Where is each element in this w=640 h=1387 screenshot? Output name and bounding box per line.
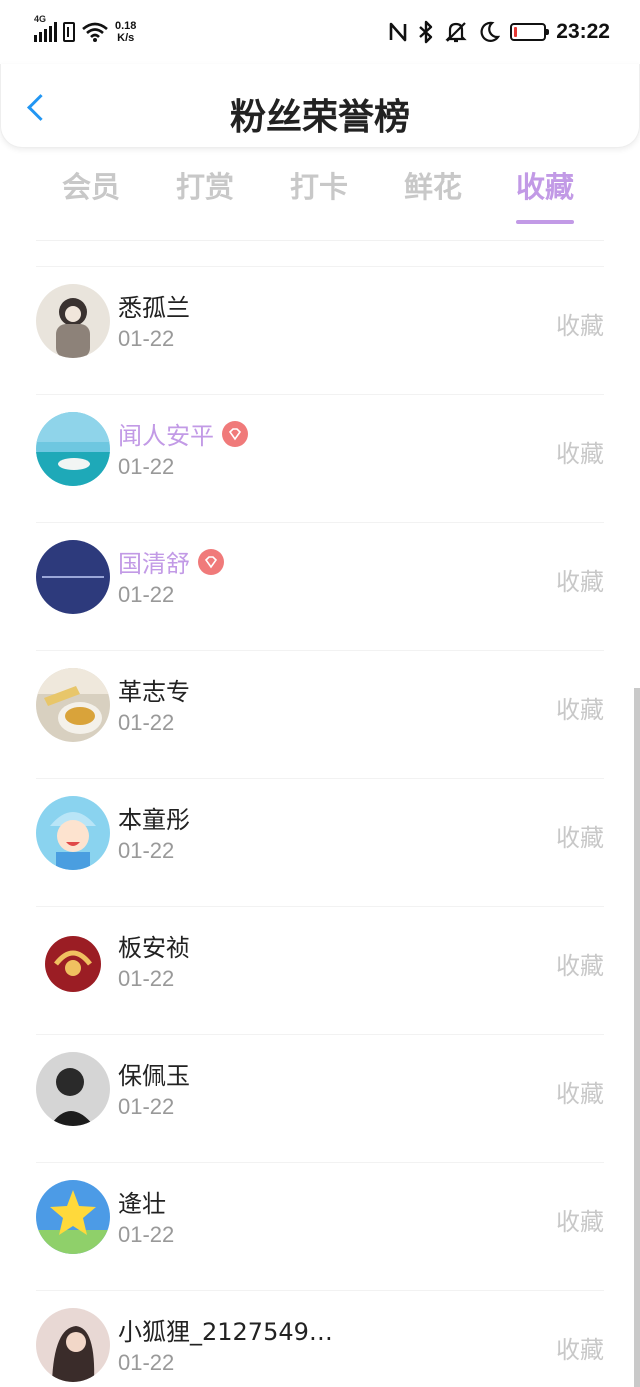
user-name-text: 闻人安平 (118, 422, 214, 450)
avatar[interactable] (36, 1308, 110, 1382)
user-name-text: 小狐狸_2127549… (118, 1318, 333, 1346)
user-name-text: 逄壮 (118, 1190, 166, 1218)
action-label: 收藏 (556, 952, 604, 980)
item-date: 01-22 (118, 1350, 175, 1375)
avatar[interactable] (36, 284, 110, 358)
status-bar-right: 23:22 (388, 18, 610, 46)
list-item[interactable]: 本童彤 01-22 收藏 (0, 778, 640, 906)
user-name: 革志专 (118, 672, 190, 707)
user-name: 闻人安平 (118, 416, 248, 451)
clock: 23:22 (556, 20, 610, 43)
user-name: 小狐狸_2127549… (118, 1312, 333, 1347)
list-item[interactable]: 国清舒 01-22 收藏 (0, 522, 640, 650)
fan-list: 悉孤兰 01-22 收藏 闻人安平 01-22 收藏 国清舒 01-22 收藏 (0, 266, 640, 1387)
list-item[interactable]: 板安祯 01-22 收藏 (0, 906, 640, 1034)
divider (36, 906, 604, 907)
user-name-text: 保佩玉 (118, 1062, 190, 1090)
sim-icon (63, 22, 75, 42)
tab-bar: 会员 打赏 打卡 鲜花 收藏 (0, 160, 640, 230)
item-date: 01-22 (118, 710, 175, 735)
wifi-icon (82, 22, 108, 42)
tab-favorite[interactable]: 收藏 (516, 164, 575, 224)
divider (36, 1162, 604, 1163)
speed-value: 0.18 (115, 20, 137, 32)
list-item[interactable]: 小狐狸_2127549… 01-22 收藏 (0, 1290, 640, 1387)
tab-checkin[interactable]: 打卡 (290, 164, 348, 206)
list-item[interactable]: 革志专 01-22 收藏 (0, 650, 640, 778)
diamond-badge-icon (222, 420, 248, 447)
item-date: 01-22 (118, 1222, 175, 1247)
avatar[interactable] (36, 668, 110, 742)
user-name-text: 国清舒 (118, 550, 190, 578)
tab-member[interactable]: 会员 (62, 164, 120, 206)
divider (36, 266, 604, 267)
user-name-text: 板安祯 (118, 934, 190, 962)
user-name-text: 悉孤兰 (118, 294, 190, 322)
tab-label: 会员 (62, 170, 121, 204)
action-label: 收藏 (556, 1080, 604, 1108)
bluetooth-icon (419, 20, 433, 44)
scrollbar[interactable] (634, 688, 640, 1387)
tab-label: 鲜花 (404, 170, 463, 204)
divider (36, 240, 604, 241)
tab-flowers[interactable]: 鲜花 (404, 164, 462, 206)
tab-reward[interactable]: 打赏 (176, 164, 234, 206)
action-label: 收藏 (556, 1208, 604, 1236)
battery-icon (510, 23, 550, 41)
item-date: 01-22 (118, 326, 175, 351)
page-title: 粉丝荣誉榜 (229, 97, 410, 138)
mute-icon (445, 22, 467, 43)
action-label: 收藏 (556, 568, 604, 596)
nfc-icon (389, 22, 407, 42)
divider (36, 394, 604, 395)
item-date: 01-22 (118, 1094, 175, 1119)
signal-icon: 4G (34, 14, 57, 42)
network-speed: 0.18 K/s (115, 20, 136, 44)
status-bar-left: 4G 0.18 K/s (34, 14, 136, 46)
app-header: 粉丝荣誉榜 (0, 64, 640, 148)
avatar[interactable] (36, 540, 110, 614)
user-name: 板安祯 (118, 928, 190, 963)
list-item[interactable]: 保佩玉 01-22 收藏 (0, 1034, 640, 1162)
tab-label: 打赏 (176, 170, 235, 204)
user-name: 本童彤 (118, 800, 190, 835)
list-item[interactable]: 逄壮 01-22 收藏 (0, 1162, 640, 1290)
tab-label: 打卡 (290, 170, 349, 204)
user-name-text: 革志专 (118, 678, 190, 706)
user-name: 国清舒 (118, 544, 224, 579)
action-label: 收藏 (556, 440, 604, 468)
item-date: 01-22 (118, 454, 175, 479)
avatar[interactable] (36, 924, 110, 998)
avatar[interactable] (36, 412, 110, 486)
action-label: 收藏 (556, 824, 604, 852)
network-type: 4G (34, 14, 47, 24)
user-name-text: 本童彤 (118, 806, 190, 834)
divider (36, 778, 604, 779)
user-name: 逄壮 (118, 1184, 166, 1219)
list-item[interactable]: 闻人安平 01-22 收藏 (0, 394, 640, 522)
avatar[interactable] (36, 796, 110, 870)
status-bar: 4G 0.18 K/s 23:22 (0, 0, 640, 64)
item-date: 01-22 (118, 838, 175, 863)
item-date: 01-22 (118, 582, 175, 607)
speed-unit: K/s (117, 32, 135, 44)
action-label: 收藏 (556, 696, 604, 724)
divider (36, 522, 604, 523)
user-name: 悉孤兰 (118, 288, 190, 323)
list-item[interactable]: 悉孤兰 01-22 收藏 (0, 266, 640, 394)
divider (36, 1034, 604, 1035)
action-label: 收藏 (556, 312, 604, 340)
avatar[interactable] (36, 1180, 110, 1254)
item-date: 01-22 (118, 966, 175, 991)
divider (36, 650, 604, 651)
avatar[interactable] (36, 1052, 110, 1126)
tab-active-indicator (516, 220, 575, 224)
user-name: 保佩玉 (118, 1056, 190, 1091)
tab-label: 收藏 (516, 170, 575, 204)
moon-icon (480, 21, 501, 42)
diamond-badge-icon (198, 548, 224, 575)
action-label: 收藏 (556, 1336, 604, 1364)
divider (36, 1290, 604, 1291)
